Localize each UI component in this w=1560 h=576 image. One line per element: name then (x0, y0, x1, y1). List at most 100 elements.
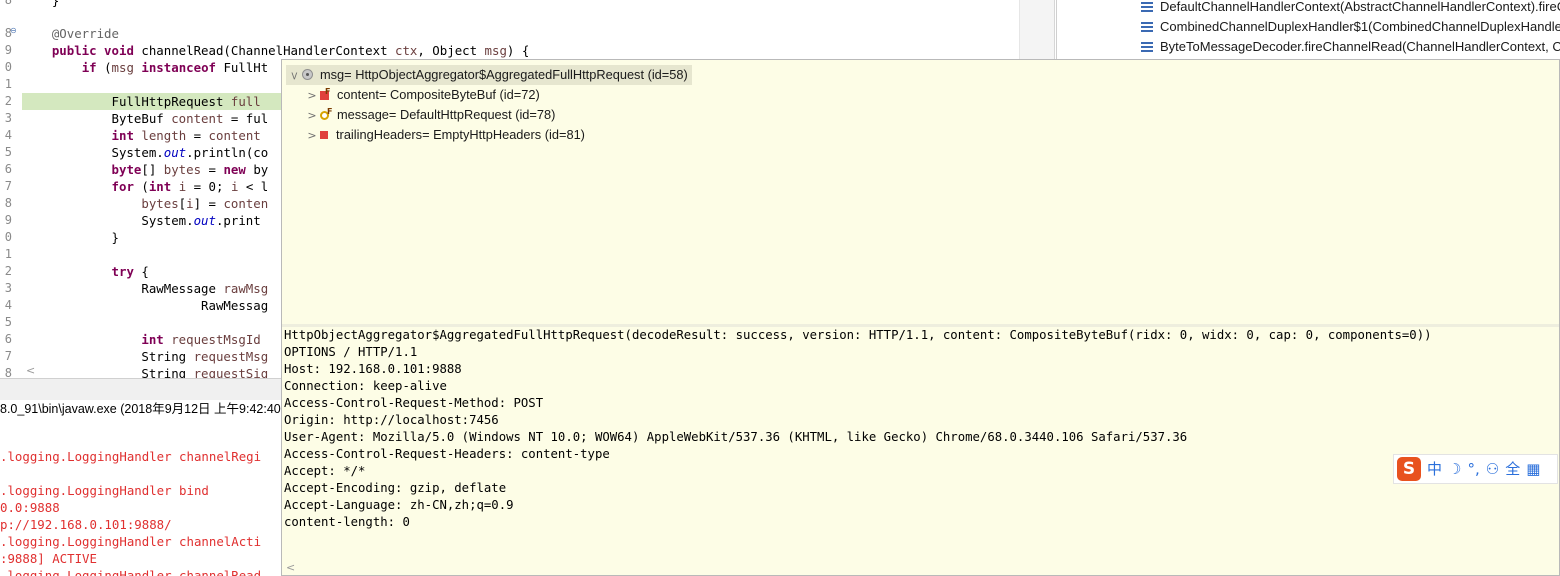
code-line[interactable]: } (22, 0, 1019, 9)
code-token: String (22, 349, 194, 364)
editor-horizontal-scrollbar[interactable]: < (22, 364, 282, 378)
variable-inspect-popup[interactable]: > msg= HttpObjectAggregator$AggregatedFul… (281, 59, 1560, 576)
moon-icon[interactable]: ☽ (1448, 457, 1461, 481)
ime-toolbar[interactable]: S 中 ☽ °, ⚇ 全 ▦ (1393, 454, 1558, 484)
stack-frame-icon (1141, 22, 1153, 32)
line-number: 7 (4, 179, 12, 193)
object-icon (302, 69, 313, 80)
code-token: ( (96, 60, 112, 75)
code-token: { (133, 264, 149, 279)
tree-item-label: message= DefaultHttpRequest (id=78) (337, 107, 556, 122)
override-marker-icon: ⊖ (10, 26, 17, 35)
line-number: 5 (4, 315, 12, 329)
code-line[interactable]: public void channelRead(ChannelHandlerCo… (22, 42, 1019, 59)
line-number: 6 (4, 332, 12, 346)
line-number: 4 (4, 298, 12, 312)
line-number: 9 (4, 43, 12, 57)
stack-frame[interactable]: CombinedChannelDuplexHandler$1(CombinedC… (1141, 17, 1560, 37)
code-token: ByteBuf (22, 111, 172, 126)
code-token: rawMsg (223, 281, 269, 296)
code-token: content (208, 128, 261, 143)
code-token: length (141, 128, 187, 143)
stack-frame-icon (1141, 42, 1153, 52)
tree-item-label: msg= HttpObjectAggregator$AggregatedFull… (320, 67, 688, 82)
tree-item-trailing-headers[interactable]: > trailingHeaders= EmptyHttpHeaders (id=8… (304, 125, 585, 145)
code-token: = (201, 162, 224, 177)
code-token: } (22, 230, 119, 245)
detail-line: Access-Control-Request-Headers: content-… (284, 447, 610, 461)
variable-detail-pane[interactable]: HttpObjectAggregator$AggregatedFullHttpR… (282, 327, 1559, 567)
final-field-icon (320, 82, 330, 102)
code-token: full (230, 94, 261, 109)
tree-item-msg[interactable]: > msg= HttpObjectAggregator$AggregatedFul… (286, 65, 692, 85)
detail-line: User-Agent: Mozilla/5.0 (Windows NT 10.0… (284, 430, 1188, 444)
code-token: for (111, 179, 134, 194)
detail-line: Accept-Language: zh-CN,zh;q=0.9 (284, 498, 514, 512)
line-number: 2 (4, 94, 12, 108)
code-token: channelRead(ChannelHandlerContext (133, 43, 395, 58)
code-token: ( (133, 179, 149, 194)
line-number: 6 (4, 162, 12, 176)
expand-chevron-icon[interactable]: > (284, 68, 304, 84)
variable-tree[interactable]: > msg= HttpObjectAggregator$AggregatedFul… (282, 60, 1559, 324)
code-token: ctx (395, 43, 418, 58)
code-token: = (186, 128, 209, 143)
line-number: 1 (4, 77, 12, 91)
tree-item-message[interactable]: > message= DefaultHttpRequest (id=78) (304, 102, 556, 126)
code-token: try (111, 264, 134, 279)
code-token: requestMsgId (171, 332, 261, 347)
expand-chevron-icon[interactable]: > (304, 86, 320, 106)
code-token: out (163, 145, 187, 160)
code-token: , Object (417, 43, 485, 58)
detail-line: Accept: */* (284, 464, 366, 478)
stack-frame[interactable]: ByteToMessageDecoder.fireChannelRead(Cha… (1141, 37, 1560, 57)
scroll-left-arrow-icon[interactable]: < (26, 364, 35, 378)
code-token: instanceof (141, 60, 216, 75)
debug-stack-panel: DefaultChannelHandlerContext(AbstractCha… (1056, 0, 1560, 60)
tree-item-content[interactable]: > content= CompositeByteBuf (id=72) (304, 82, 539, 106)
ime-chinese-mode[interactable]: 中 (1427, 457, 1442, 481)
console-output[interactable]: .logging.LoggingHandler channelRegi .log… (0, 418, 282, 576)
detail-line: OPTIONS / HTTP/1.1 (284, 345, 418, 359)
code-token: ) { (506, 43, 530, 58)
code-line[interactable]: @Override (22, 25, 1019, 42)
ime-full-width[interactable]: 全 (1505, 457, 1520, 481)
stack-frame-label: CombinedChannelDuplexHandler$1(CombinedC… (1160, 19, 1560, 34)
code-token: byte (111, 162, 142, 177)
popup-horizontal-scrollbar[interactable]: < (282, 561, 1559, 575)
grid-menu-icon[interactable]: ▦ (1526, 457, 1540, 481)
code-token: .println(co (186, 145, 269, 160)
code-line[interactable] (22, 9, 1019, 26)
sogou-logo-icon[interactable]: S (1397, 457, 1421, 481)
code-token: bytes (141, 196, 179, 211)
line-number: 0 (4, 60, 12, 74)
code-token: int (111, 128, 134, 143)
line-number: 5 (4, 145, 12, 159)
code-token: < l (238, 179, 269, 194)
console-process-title: 8.0_91\bin\javaw.exe (2018年9月12日 上午9:42:… (0, 401, 282, 418)
scroll-left-arrow-icon[interactable]: < (286, 561, 295, 574)
code-token: RawMessag (22, 298, 269, 313)
line-number: 9 (4, 213, 12, 227)
line-number: 0 (4, 230, 12, 244)
punctuation-icon[interactable]: °, (1467, 457, 1479, 481)
code-token: int (148, 179, 172, 194)
stack-frame-label: ByteToMessageDecoder.fireChannelRead(Cha… (1160, 39, 1560, 54)
expand-chevron-icon[interactable]: > (304, 106, 320, 126)
console-line: 0.0:9888 (0, 500, 60, 515)
detail-line: Host: 192.168.0.101:9888 (284, 362, 462, 376)
code-token: msg (484, 43, 507, 58)
expand-chevron-icon[interactable]: > (304, 126, 320, 146)
skin-icon[interactable]: ⚇ (1486, 457, 1499, 481)
code-token: int (141, 332, 164, 347)
stack-frame[interactable]: DefaultChannelHandlerContext(AbstractCha… (1141, 0, 1560, 17)
detail-line: Access-Control-Request-Method: POST (284, 396, 544, 410)
line-number: 8 (4, 366, 12, 378)
code-token: bytes (163, 162, 202, 177)
code-token: public void (51, 43, 134, 58)
code-token: msg (111, 60, 134, 75)
